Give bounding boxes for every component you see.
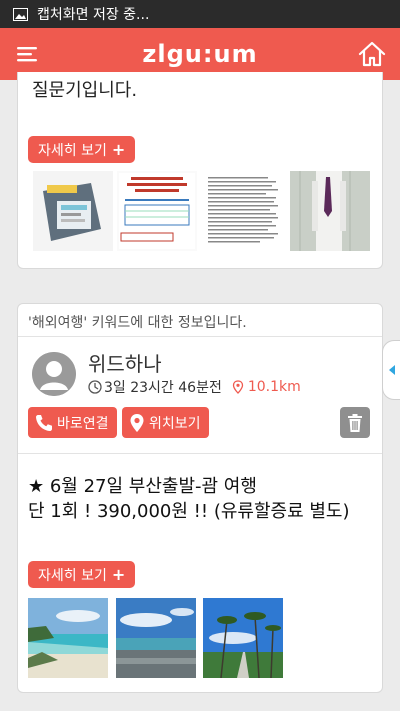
product-box-image[interactable] [33, 171, 113, 251]
post-line: 단 1회 ! 390,000원 !! (유류할증료 별도) [28, 501, 350, 522]
post-card: '해외여행' 키워드에 대한 정보입니다. 위드하나 3일 23시간 46분전 … [17, 303, 383, 693]
post-line: ★ 6월 27일 부산출발-괌 여행 [28, 476, 257, 497]
phone-icon [36, 414, 52, 431]
call-button[interactable]: 바로연결 [28, 407, 117, 438]
divider [18, 336, 382, 337]
plus-icon: + [111, 565, 126, 584]
home-icon[interactable] [358, 40, 386, 68]
location-pin-icon [130, 413, 144, 432]
status-bar: 캡처화면 저장 중... [0, 0, 400, 28]
beach-photo-2[interactable] [116, 598, 196, 678]
trash-icon [348, 413, 362, 432]
avatar[interactable] [32, 352, 76, 396]
document-image-2[interactable] [202, 171, 282, 251]
status-text: 캡처화면 저장 중... [37, 7, 150, 23]
image-icon [13, 7, 28, 21]
post-body: ★ 6월 27일 부산출발-괌 여행 단 1회 ! 390,000원 !! (유… [28, 474, 350, 524]
more-details-label: 자세히 보기 [38, 142, 107, 159]
beach-photo-1[interactable] [28, 598, 108, 678]
post-meta: 3일 23시간 46분전 10.1km [88, 377, 301, 397]
distance: 10.1km [247, 379, 301, 395]
clock-icon [88, 380, 102, 394]
post-text: 질문기입니다. [32, 80, 138, 101]
delete-button[interactable] [340, 407, 370, 438]
view-location-label: 위치보기 [149, 415, 201, 432]
more-details-button[interactable]: 자세히 보기 + [28, 561, 136, 588]
more-details-label: 자세히 보기 [38, 567, 107, 584]
palm-road-photo[interactable] [203, 598, 283, 678]
location-pin-icon [232, 380, 243, 394]
chevron-left-icon [388, 365, 395, 375]
side-drawer-tab[interactable] [382, 340, 400, 400]
user-name: 위드하나 [88, 352, 162, 376]
app-logo[interactable]: zlgu:um [0, 40, 400, 68]
view-location-button[interactable]: 위치보기 [122, 407, 209, 438]
call-label: 바로연결 [57, 415, 109, 432]
keyword-heading: '해외여행' 키워드에 대한 정보입니다. [28, 315, 247, 331]
post-card: 질문기입니다. 자세히 보기 + [17, 72, 383, 269]
more-details-button[interactable]: 자세히 보기 + [28, 136, 136, 163]
person-photo[interactable] [290, 171, 370, 251]
time-ago: 3일 23시간 46분전 [104, 380, 222, 396]
divider [18, 453, 382, 454]
plus-icon: + [111, 140, 126, 159]
document-image-1[interactable] [117, 171, 197, 251]
